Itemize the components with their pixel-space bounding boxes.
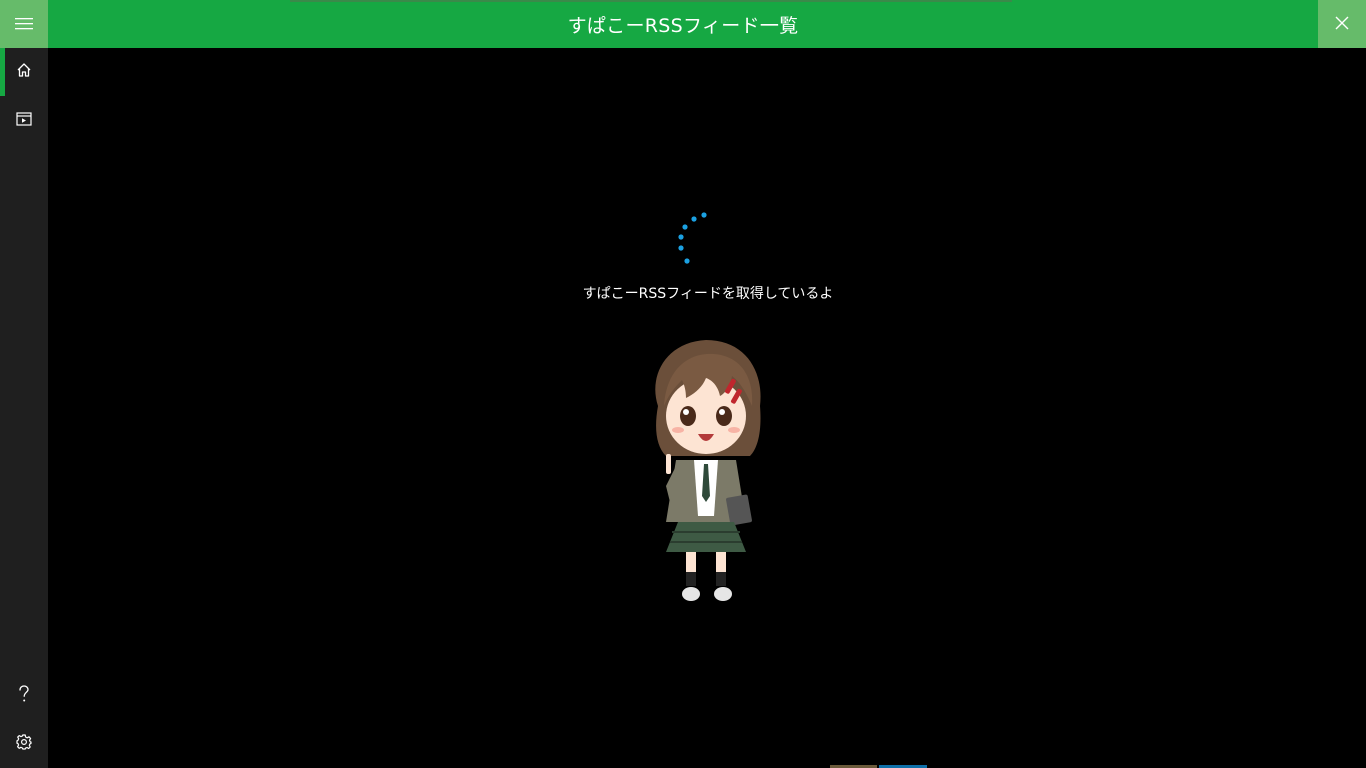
loading-message: すぱこーRSSフィードを取得しているよ bbox=[582, 286, 834, 302]
loading-spinner bbox=[672, 210, 712, 270]
sidebar-item-settings[interactable] bbox=[0, 720, 48, 768]
home-icon bbox=[16, 62, 32, 82]
sidebar-item-video[interactable] bbox=[0, 96, 48, 144]
close-icon bbox=[1335, 15, 1349, 34]
app-window: すぱこーRSSフィード一覧 すぱこーRSSフィードを取得しているよ bbox=[0, 0, 1366, 768]
sidebar-item-help[interactable] bbox=[0, 672, 48, 720]
mascot-image bbox=[636, 336, 776, 608]
title-bar-top-line bbox=[290, 0, 1012, 2]
title-bar: すぱこーRSSフィード一覧 bbox=[48, 0, 1318, 48]
sidebar-item-home[interactable] bbox=[0, 48, 48, 96]
video-icon bbox=[16, 111, 32, 130]
page-title: すぱこーRSSフィード一覧 bbox=[567, 14, 799, 37]
sidebar bbox=[0, 0, 48, 768]
selection-indicator bbox=[0, 48, 5, 96]
hamburger-icon bbox=[15, 15, 33, 34]
help-icon bbox=[18, 685, 30, 707]
hamburger-menu-button[interactable] bbox=[0, 0, 48, 48]
close-button[interactable] bbox=[1318, 0, 1366, 48]
gear-icon bbox=[16, 734, 32, 754]
